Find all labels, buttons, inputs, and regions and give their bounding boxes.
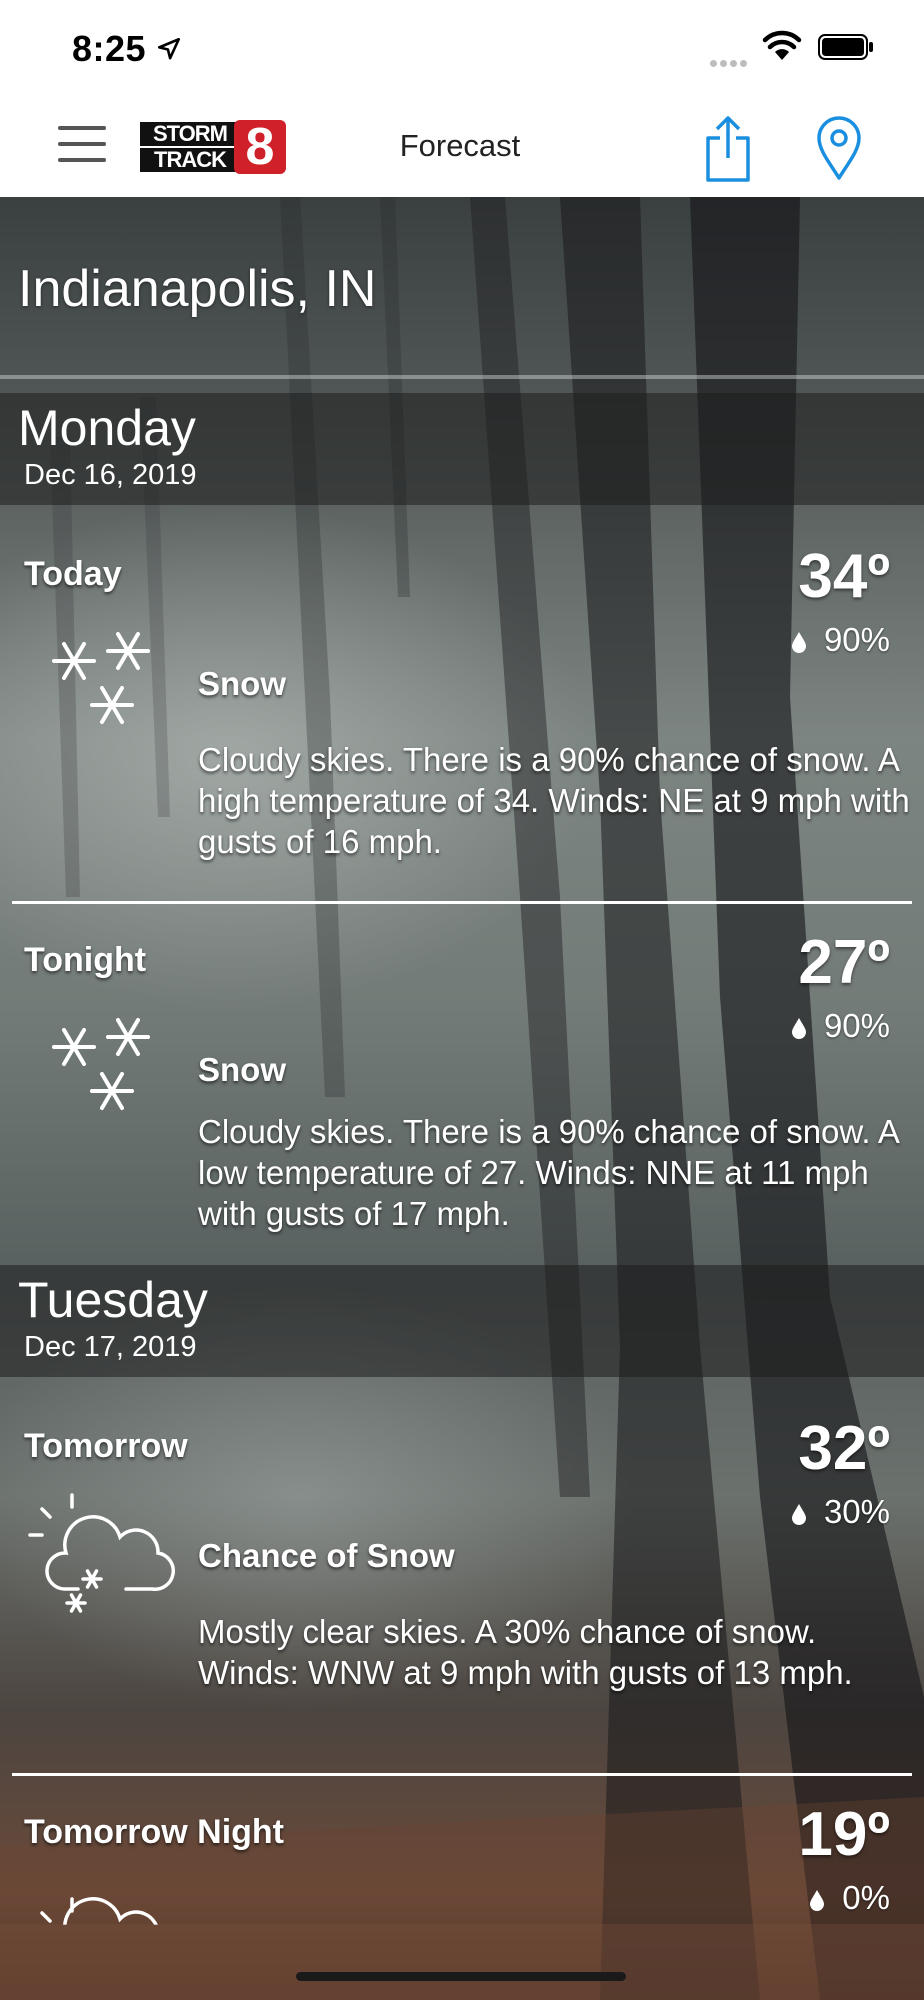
period-label: Tonight xyxy=(24,941,147,979)
wifi-icon xyxy=(762,30,802,60)
period-description: Cloudy skies. There is a 90% chance of s… xyxy=(198,741,910,860)
day-header-monday: Monday Dec 16, 2019 xyxy=(0,393,924,505)
logo-line-storm: STORM xyxy=(140,122,240,146)
logo-number: 8 xyxy=(234,120,286,174)
status-bar: 8:25 xyxy=(0,0,924,100)
raindrop-icon xyxy=(791,1504,806,1525)
day-date: Dec 16, 2019 xyxy=(24,459,197,491)
day-header-tuesday: Tuesday Dec 17, 2019 xyxy=(0,1265,924,1377)
period-divider xyxy=(12,1773,912,1776)
partly-cloudy-icon xyxy=(40,1897,158,1925)
snow-icon xyxy=(52,632,150,724)
day-name: Tuesday xyxy=(18,1272,208,1328)
location-arrow-icon xyxy=(157,37,181,60)
location-pin-button[interactable] xyxy=(814,116,864,182)
period-temperature: 19º xyxy=(798,1800,890,1869)
storm-track-8-logo: STORM TRACK 8 xyxy=(140,120,286,174)
period-temperature: 34º xyxy=(798,542,890,611)
period-description: Mostly clear skies. A 30% chance of snow… xyxy=(198,1613,853,1691)
period-temperature: 32º xyxy=(798,1414,890,1483)
period-label: Tomorrow xyxy=(24,1427,188,1465)
period-description: Cloudy skies. There is a 90% chance of s… xyxy=(198,1113,899,1232)
home-indicator[interactable] xyxy=(296,1972,626,1981)
partly-cloudy-snow-icon xyxy=(28,1493,175,1613)
logo-line-track: TRACK xyxy=(140,148,240,172)
raindrop-icon xyxy=(791,632,806,653)
day-name: Monday xyxy=(18,400,196,456)
precip-chance: 90% xyxy=(790,621,890,659)
forecast-content[interactable]: Indianapolis, IN Monday Dec 16, 2019 Tod… xyxy=(0,197,924,2000)
cellular-signal-icon xyxy=(710,54,750,72)
precip-value: 90% xyxy=(823,621,890,658)
precip-value: 90% xyxy=(823,1007,890,1044)
bottom-toolbar-area xyxy=(0,1924,924,2000)
period-condition: Snow xyxy=(198,665,286,702)
page-title: Forecast xyxy=(399,128,521,163)
period-temperature: 27º xyxy=(798,928,890,997)
period-condition: Snow xyxy=(198,1051,286,1088)
snow-icon xyxy=(52,1018,150,1110)
precip-chance: 0% xyxy=(808,1879,890,1917)
period-label: Tomorrow Night xyxy=(24,1813,284,1851)
nav-bar: STORM TRACK 8 Forecast xyxy=(0,100,924,198)
period-divider xyxy=(12,901,912,904)
precip-chance: 30% xyxy=(790,1493,890,1531)
share-button[interactable] xyxy=(700,114,756,184)
battery-icon xyxy=(818,34,873,60)
period-label: Today xyxy=(24,555,122,593)
raindrop-icon xyxy=(791,1018,806,1039)
period-condition: Chance of Snow xyxy=(198,1537,455,1574)
day-date: Dec 17, 2019 xyxy=(24,1331,197,1363)
status-time: 8:25 xyxy=(72,28,147,69)
precip-chance: 90% xyxy=(790,1007,890,1045)
raindrop-icon xyxy=(810,1890,825,1911)
precip-value: 0% xyxy=(842,1879,890,1916)
precip-value: 30% xyxy=(823,1493,890,1530)
city-name: Indianapolis, IN xyxy=(18,260,377,318)
city-divider xyxy=(0,375,924,379)
menu-button[interactable] xyxy=(58,126,106,170)
